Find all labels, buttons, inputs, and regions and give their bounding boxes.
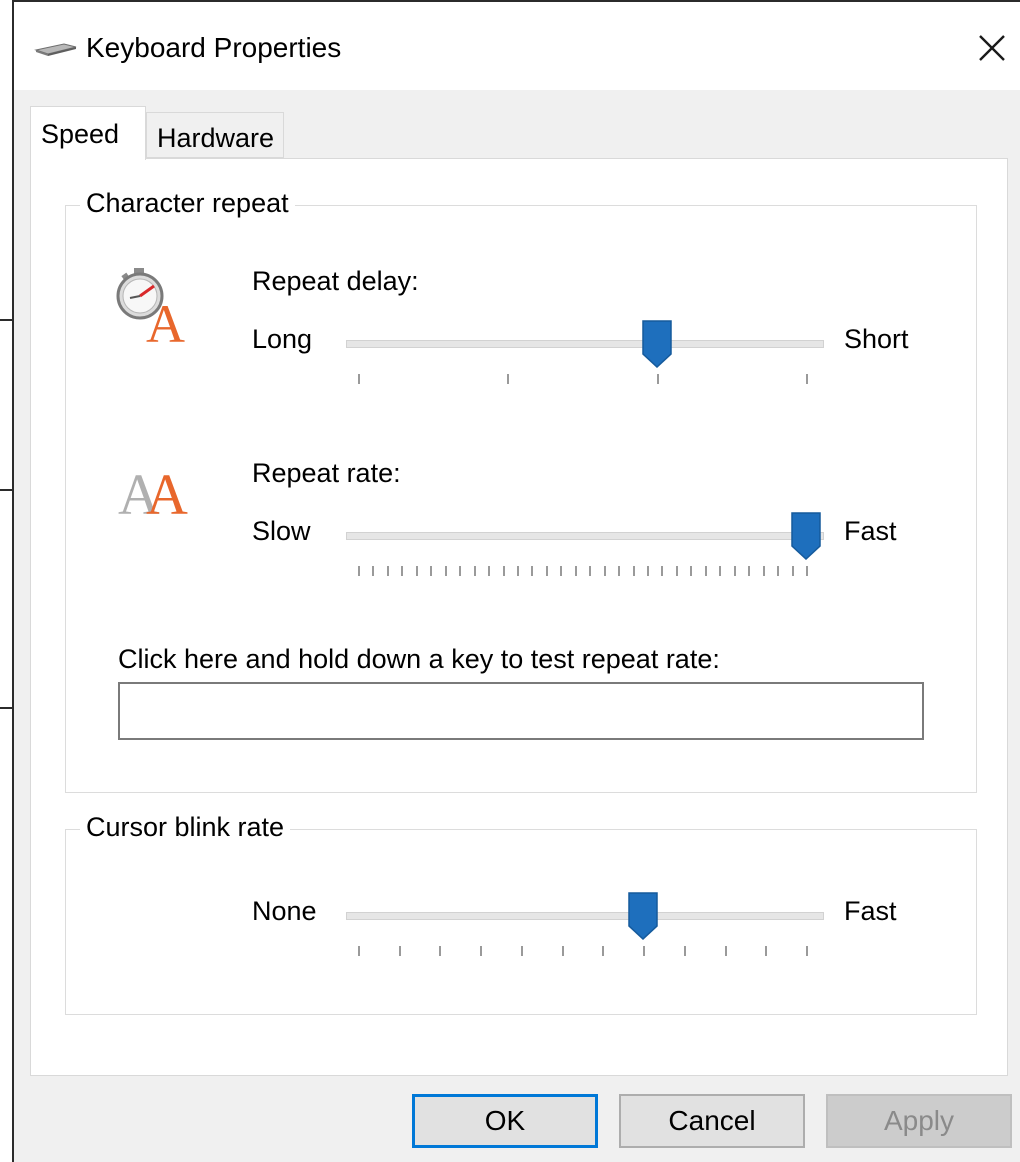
slider-tick	[358, 566, 360, 576]
slider-tick	[806, 374, 808, 384]
slider-tick	[531, 566, 534, 576]
repeat-delay-slider-thumb[interactable]	[642, 320, 672, 368]
stopwatch-a-icon: A	[116, 268, 185, 346]
slider-tick	[791, 566, 794, 576]
tab-speed[interactable]: Speed	[30, 106, 146, 160]
close-button[interactable]	[964, 20, 1020, 76]
keyboard-properties-window: Keyboard Properties Speed Hardware Chara…	[12, 0, 1020, 1162]
close-icon	[979, 35, 1005, 61]
slider-tick	[459, 566, 462, 576]
repeat-delay-label: Repeat delay:	[252, 266, 419, 296]
slider-tick	[439, 946, 442, 956]
cancel-button[interactable]: Cancel	[619, 1094, 805, 1148]
test-repeat-label: Click here and hold down a key to test r…	[118, 644, 720, 674]
cursor-blink-slider-track	[346, 912, 824, 920]
slider-tick	[690, 566, 693, 576]
cursor-blink-group: Cursor blink rate None Fast	[65, 810, 977, 1015]
window-title: Keyboard Properties	[86, 32, 342, 63]
test-repeat-input[interactable]	[118, 682, 924, 740]
slider-tick	[733, 566, 736, 576]
slider-tick	[748, 566, 751, 576]
repeat-delay-min-label: Long	[252, 324, 313, 354]
repeat-delay-slider[interactable]	[346, 316, 824, 386]
cursor-blink-max-label: Fast	[844, 896, 897, 926]
repeat-delay-ticks	[358, 374, 808, 388]
slider-tick	[502, 566, 505, 576]
repeat-rate-ticks	[358, 566, 808, 580]
slider-tick	[516, 566, 519, 576]
repeat-delay-max-label: Short	[844, 324, 909, 354]
slider-tick	[473, 566, 476, 576]
slider-tick	[560, 566, 563, 576]
slider-tick	[675, 566, 678, 576]
slider-tick	[603, 566, 606, 576]
slider-tick	[561, 946, 564, 956]
slider-tick	[806, 946, 808, 956]
slider-tick	[643, 946, 646, 956]
repeat-rate-label: Repeat rate:	[252, 458, 401, 488]
tab-hardware[interactable]: Hardware	[146, 112, 284, 158]
slider-tick	[647, 566, 650, 576]
title-bar: Keyboard Properties	[14, 2, 1020, 90]
slider-tick	[358, 946, 360, 956]
cursor-blink-min-label: None	[252, 896, 317, 926]
slider-tick	[545, 566, 548, 576]
repeat-rate-slider-track	[346, 532, 824, 540]
slider-tick	[661, 566, 664, 576]
slider-tick	[574, 566, 577, 576]
ok-button[interactable]: OK	[412, 1094, 598, 1148]
slider-tick	[765, 946, 768, 956]
character-repeat-group-label: Character repeat	[80, 186, 295, 220]
svg-text:A: A	[146, 294, 185, 346]
slider-tick	[520, 946, 523, 956]
slider-tick	[589, 566, 592, 576]
cursor-blink-slider[interactable]	[346, 888, 824, 958]
slider-tick	[602, 946, 605, 956]
slider-tick	[507, 374, 510, 384]
cursor-blink-ticks	[358, 946, 808, 960]
double-a-icon: A A	[118, 462, 188, 520]
slider-tick	[444, 566, 447, 576]
slider-tick	[480, 946, 483, 956]
slider-tick	[777, 566, 780, 576]
svg-text:A: A	[146, 462, 188, 520]
character-repeat-group: Character repeat A Repeat delay: Long Sh…	[65, 186, 977, 793]
keyboard-icon	[34, 43, 77, 56]
repeat-rate-min-label: Slow	[252, 516, 311, 546]
slider-tick	[683, 946, 686, 956]
slider-tick	[430, 566, 433, 576]
slider-tick	[372, 566, 375, 576]
slider-tick	[724, 946, 727, 956]
repeat-rate-slider[interactable]	[346, 508, 824, 578]
speed-tab-panel: Character repeat A Repeat delay: Long Sh…	[30, 158, 1008, 1076]
slider-tick	[618, 566, 621, 576]
slider-tick	[415, 566, 418, 576]
slider-tick	[358, 374, 360, 384]
apply-button[interactable]: Apply	[826, 1094, 1012, 1148]
slider-tick	[386, 566, 389, 576]
slider-tick	[632, 566, 635, 576]
slider-tick	[398, 946, 401, 956]
slider-tick	[704, 566, 707, 576]
slider-tick	[401, 566, 404, 576]
slider-tick	[806, 566, 808, 576]
slider-tick	[762, 566, 765, 576]
repeat-rate-max-label: Fast	[844, 516, 897, 546]
repeat-delay-slider-track	[346, 340, 824, 348]
cursor-blink-group-label: Cursor blink rate	[80, 810, 291, 844]
repeat-rate-slider-thumb[interactable]	[791, 512, 821, 560]
slider-tick	[656, 374, 659, 384]
slider-tick	[719, 566, 722, 576]
cursor-blink-slider-thumb[interactable]	[628, 892, 658, 940]
slider-tick	[488, 566, 491, 576]
